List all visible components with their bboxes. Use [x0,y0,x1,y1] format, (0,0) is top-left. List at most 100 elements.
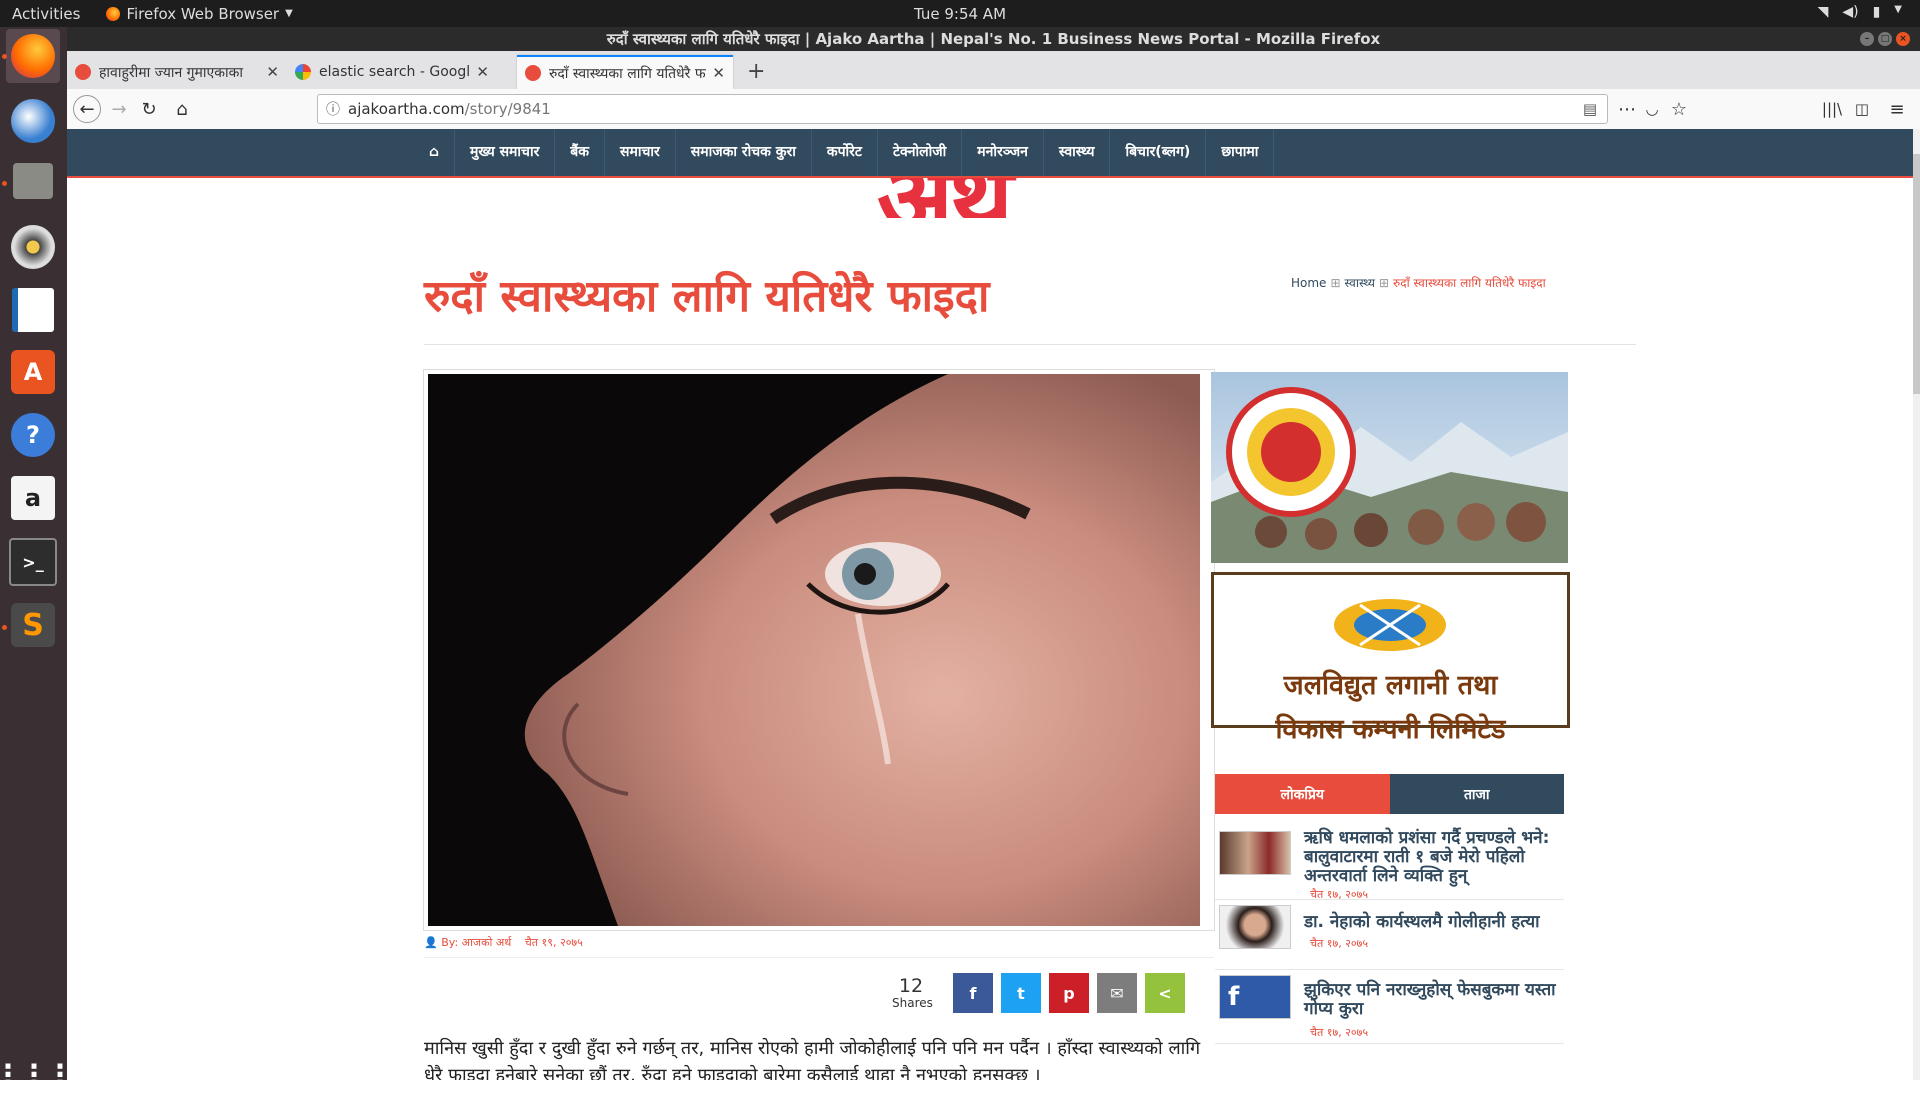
chevron-down-icon: ▼ [1894,4,1902,15]
reload-button[interactable]: ↻ [137,97,161,121]
tab-latest[interactable]: ताजा [1389,774,1564,814]
nav-health[interactable]: स्वास्थ्य [1044,129,1111,176]
tab-popular[interactable]: लोकप्रिय [1215,774,1390,814]
pinterest-share-button[interactable]: p [1049,973,1089,1013]
nav-news[interactable]: समाचार [605,129,676,176]
chevron-down-icon: ▼ [285,8,293,19]
close-tab-icon[interactable]: ✕ [476,63,489,81]
ad-line-1: जलविद्युत लगानी तथा [1283,670,1498,701]
writer-icon [12,288,54,332]
nav-bank[interactable]: बैंक [555,129,606,176]
nav-opinion[interactable]: बिचार(ब्लग) [1110,129,1207,176]
ajakoartha-favicon-icon [525,65,541,81]
site-nav-bar: ⌂ मुख्य समाचार बैंक समाचार समाजका रोचक क… [67,129,1920,176]
browser-tab-active[interactable]: रुदाँ स्वास्थ्यका लागि यतिधेरै फाइदा ✕ [517,55,733,89]
maximize-button[interactable]: □ [1878,32,1892,46]
pocket-icon[interactable]: ◡ [1640,97,1664,121]
news-title[interactable]: डा. नेहाको कार्यस्थलमै गोलीहानी हत्या [1304,913,1564,932]
launcher-dock: A ? a >_ S ⋮⋮⋮ [0,27,74,1091]
hydropower-company-ad[interactable]: जलविद्युत लगानी तथा विकास कम्पनी लिमिटेड [1211,572,1570,745]
tab-strip: हावाहुरीमा ज्यान गुमाएकाका ✕ elastic sea… [67,51,1920,89]
scrollbar-thumb[interactable] [1913,154,1920,394]
sidebar-tabs: लोकप्रिय ताजा [1215,774,1564,814]
home-nav-icon[interactable]: ⌂ [414,129,456,176]
url-domain: ajakoartha.com [348,100,465,118]
info-icon[interactable]: ⓘ [326,99,340,119]
news-date: चैत १७, २०७५ [1310,937,1369,950]
twitter-share-button[interactable]: t [1001,973,1041,1013]
home-button[interactable]: ⌂ [170,97,194,121]
article-author[interactable]: By: आजको अर्थ [441,936,511,949]
thunderbird-icon [11,99,55,143]
ajakoartha-favicon-icon [75,64,91,80]
sidebar-news-item[interactable]: डा. नेहाको कार्यस्थलमै गोलीहानी हत्या चै… [1215,899,1564,970]
dock-terminal[interactable]: >_ [6,535,60,589]
sidebar-ad-banner[interactable] [1211,372,1568,563]
browser-tab[interactable]: हावाहुरीमा ज्यान गुमाएकाका ✕ [67,55,287,89]
app-grid-icon: ⋮⋮⋮ [0,1057,74,1091]
library-icon[interactable]: |||\ [1820,97,1844,121]
breadcrumb-home[interactable]: Home [1291,276,1326,290]
nav-print[interactable]: छापामा [1206,129,1275,176]
article-meta: 👤 By: आजको अर्थ चैत १९, २०७५ [424,935,583,950]
close-tab-icon[interactable]: ✕ [266,63,279,81]
facebook-icon: f [969,983,977,1003]
files-icon [13,163,53,199]
logo-text: अर्थ [877,178,1013,218]
news-title[interactable]: ऋषि धमलाको प्रशंसा गर्दै प्रचण्डले भने: … [1304,829,1564,886]
ad-line-2: विकास कम्पनी लिमिटेड [1275,714,1506,745]
menu-icon[interactable]: ≡ [1885,97,1909,121]
breadcrumb-separator-icon: ⊞ [1330,276,1341,290]
nav-main-news[interactable]: मुख्य समाचार [455,129,556,176]
nav-technology[interactable]: टेक्नोलोजी [878,129,963,176]
home-icon: ⌂ [176,98,188,120]
bookmark-star-icon[interactable]: ☆ [1667,97,1691,121]
rhythmbox-icon [11,225,55,269]
close-tab-icon[interactable]: ✕ [712,64,725,82]
email-share-button[interactable]: ✉ [1097,973,1137,1013]
back-button[interactable]: ← [73,95,101,123]
generic-share-button[interactable]: < [1145,973,1185,1013]
system-tray[interactable]: ◥ ◀) ▮ ▼ [1818,4,1902,20]
dock-amazon[interactable]: a [6,471,60,525]
breadcrumb-section[interactable]: स्वास्थ्य [1345,276,1375,290]
sidebar-news-item[interactable]: f झुकिएर पनि नराख्नुहोस् फेसबुकमा यस्ता … [1215,969,1564,1044]
activities-button[interactable]: Activities [12,5,80,23]
new-tab-button[interactable]: + [747,59,765,84]
show-applications-button[interactable]: ⋮⋮⋮ [0,1047,74,1101]
dock-sublime[interactable]: S [6,598,60,652]
tab-title: रुदाँ स्वास्थ्यका लागि यतिधेरै फाइदा [549,65,707,82]
dock-files[interactable] [6,154,60,208]
volume-icon: ◀) [1842,4,1859,20]
news-thumbnail: f [1219,975,1291,1019]
news-title[interactable]: झुकिएर पनि नराख्नुहोस् फेसबुकमा यस्ता गो… [1304,981,1564,1019]
site-logo[interactable]: अर्थ [877,178,1097,218]
running-indicator [2,625,7,630]
dock-writer[interactable] [6,283,60,337]
nav-interesting[interactable]: समाजका रोचक कुरा [676,129,812,176]
url-bar[interactable]: ⓘ ajakoartha.com/story/9841 ▤ [317,94,1608,124]
dock-help[interactable]: ? [6,408,60,462]
clock[interactable]: Tue 9:54 AM [914,5,1006,23]
facebook-share-button[interactable]: f [953,973,993,1013]
dock-thunderbird[interactable] [6,94,60,148]
page-actions-icon[interactable]: ⋯ [1615,97,1639,121]
dock-firefox[interactable] [6,29,60,83]
close-button[interactable]: × [1896,32,1910,46]
nav-entertainment[interactable]: मनोरञ्जन [962,129,1044,176]
news-thumbnail [1219,831,1291,875]
sidebar-icon[interactable]: ◫ [1850,97,1874,121]
sidebar-news-item[interactable]: ऋषि धमलाको प्रशंसा गर्दै प्रचण्डले भने: … [1215,825,1564,901]
page-scrollbar[interactable] [1913,129,1920,1080]
browser-tab[interactable]: elastic search - Google Se ✕ [287,55,497,89]
breadcrumb-separator-icon: ⊞ [1378,276,1390,290]
reader-view-icon[interactable]: ▤ [1583,100,1597,118]
nav-corporate[interactable]: कर्पोरेट [812,129,878,176]
firefox-icon [11,34,55,78]
dock-software[interactable]: A [6,345,60,399]
dock-rhythmbox[interactable] [6,220,60,274]
web-page: ⌂ मुख्य समाचार बैंक समाचार समाजका रोचक क… [67,129,1920,1080]
forward-button[interactable]: → [107,97,131,121]
minimize-button[interactable]: – [1860,32,1874,46]
app-menu[interactable]: Firefox Web Browser ▼ [106,5,293,23]
